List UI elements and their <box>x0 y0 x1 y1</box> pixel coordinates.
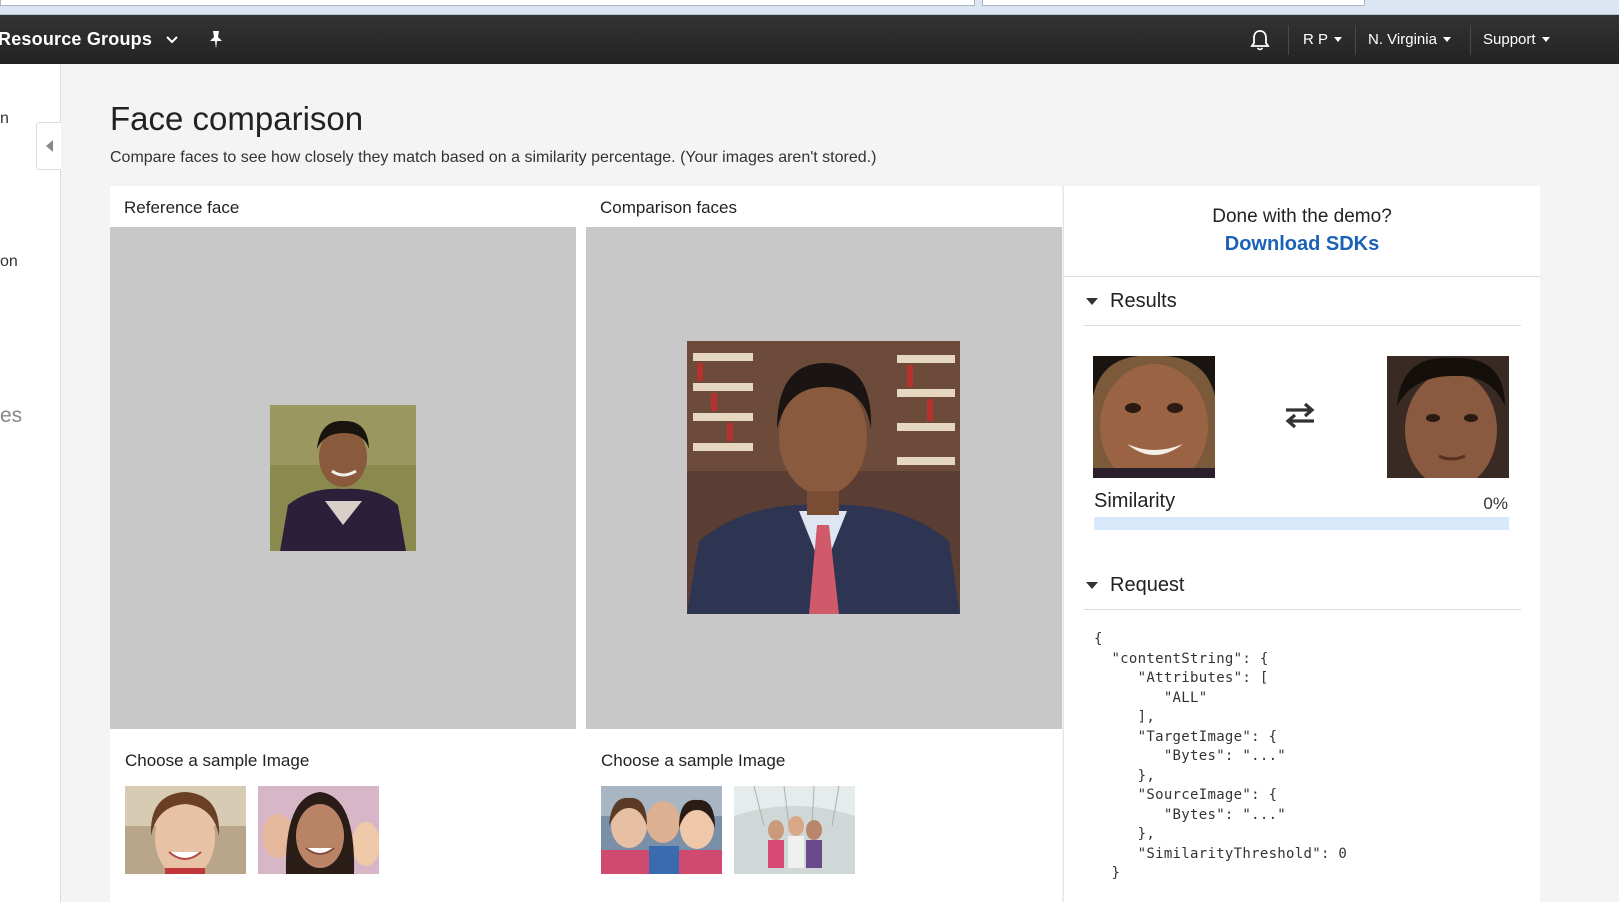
reference-panel: Reference face Choose a sample Image <box>110 186 586 902</box>
download-sdks-link[interactable]: Download SDKs <box>1064 233 1540 256</box>
browser-chrome <box>0 0 1619 15</box>
comparison-sample-label: Choose a sample Image <box>601 751 786 770</box>
comparison-panel: Comparison faces Choose a sample Image <box>586 186 1062 902</box>
region-label: N. Virginia <box>1368 31 1437 48</box>
results-section-toggle[interactable]: Results <box>1086 290 1177 313</box>
chevron-down-icon <box>166 35 178 44</box>
caret-down-icon <box>1541 37 1550 42</box>
comparison-faces-label: Comparison faces <box>600 198 738 217</box>
sidebar-collapse-button[interactable] <box>36 122 61 170</box>
nav-divider <box>1355 25 1356 55</box>
reference-image-dropzone[interactable] <box>110 227 576 729</box>
similarity-bar <box>1094 517 1509 530</box>
user-label: R P <box>1303 31 1329 48</box>
sidebar-item[interactable]: es <box>0 404 22 428</box>
sample-image-thumbnail[interactable] <box>734 786 855 874</box>
sample-image-thumbnail[interactable] <box>125 786 246 874</box>
swap-arrows-icon <box>1284 402 1316 433</box>
comparison-face-crop <box>1387 356 1509 478</box>
sidebar-item[interactable]: n <box>0 110 9 128</box>
request-json: { "contentString": { "Attributes": [ "AL… <box>1094 631 1348 881</box>
similarity-value: 0% <box>1483 494 1508 513</box>
bell-icon[interactable] <box>1249 15 1271 64</box>
resource-groups-label: Resource Groups <box>0 29 153 49</box>
caret-down-icon <box>1442 37 1451 42</box>
top-nav: Resource Groups R P N. Virginia Support <box>0 15 1619 64</box>
user-menu[interactable]: R P <box>1303 15 1343 64</box>
sidebar-item[interactable]: on <box>0 253 18 271</box>
comparison-face-image <box>687 341 960 614</box>
comparison-image-dropzone[interactable] <box>586 227 1062 729</box>
nav-divider <box>1288 25 1289 55</box>
support-label: Support <box>1483 31 1536 48</box>
request-heading: Request <box>1110 574 1185 596</box>
pin-icon[interactable] <box>207 15 225 64</box>
demo-done-question: Done with the demo? <box>1212 206 1392 227</box>
results-heading: Results <box>1110 290 1177 312</box>
left-sidebar: n on es <box>0 64 61 902</box>
sample-image-thumbnail[interactable] <box>258 786 379 874</box>
caret-down-icon <box>1086 298 1098 305</box>
divider <box>1084 325 1521 326</box>
address-field[interactable] <box>0 0 975 6</box>
collapse-left-icon <box>45 140 53 152</box>
reference-face-crop <box>1093 356 1215 478</box>
divider <box>1064 276 1541 277</box>
request-section-toggle[interactable]: Request <box>1086 574 1185 597</box>
nav-divider <box>1470 25 1471 55</box>
sample-image-thumbnail[interactable] <box>601 786 722 874</box>
divider <box>1084 609 1521 610</box>
caret-down-icon <box>1086 582 1098 589</box>
caret-down-icon <box>1334 37 1343 42</box>
reference-face-label: Reference face <box>124 198 240 217</box>
support-menu[interactable]: Support <box>1483 15 1550 64</box>
resource-groups-menu[interactable]: Resource Groups <box>0 15 178 64</box>
results-panel: Done with the demo? Download SDKs Result… <box>1063 186 1541 902</box>
browser-search-field[interactable] <box>982 0 1365 6</box>
reference-face-image <box>270 405 416 551</box>
page-title: Face comparison <box>110 100 364 137</box>
page-subtitle: Compare faces to see how closely they ma… <box>110 149 877 166</box>
region-menu[interactable]: N. Virginia <box>1368 15 1451 64</box>
reference-sample-label: Choose a sample Image <box>125 751 310 770</box>
similarity-label: Similarity <box>1094 490 1176 512</box>
